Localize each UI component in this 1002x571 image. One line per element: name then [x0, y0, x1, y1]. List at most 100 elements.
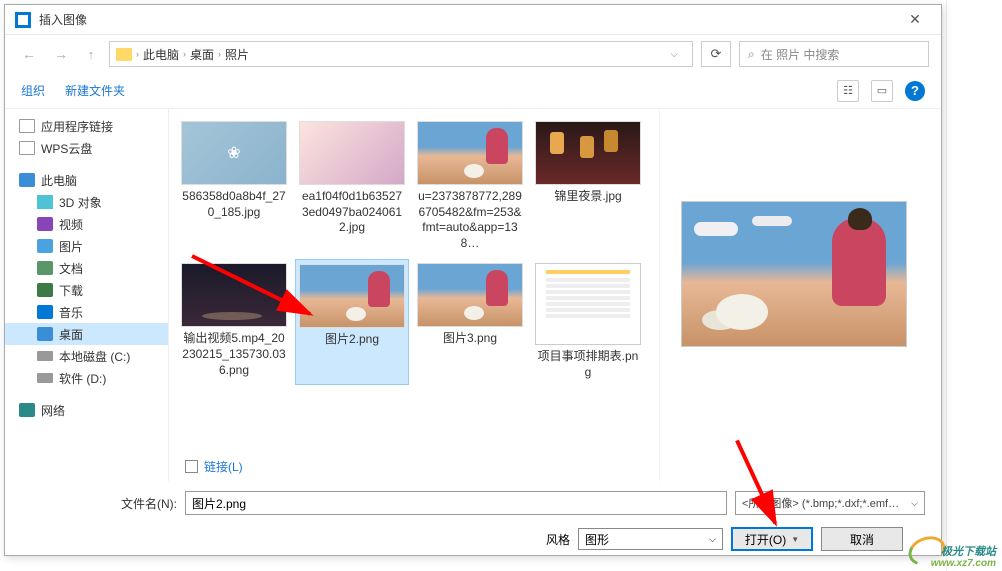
sidebar-item-desktop[interactable]: 桌面	[5, 323, 168, 345]
filename-input[interactable]	[185, 491, 727, 515]
chevron-right-icon: ›	[218, 49, 221, 59]
sidebar-item-label: 视频	[59, 216, 83, 233]
file-type-filter[interactable]: <所有图像> (*.bmp;*.dxf;*.emf… ⌵	[735, 491, 925, 515]
file-name: 图片3.png	[443, 331, 497, 347]
organize-menu[interactable]: 组织	[21, 82, 45, 99]
sidebar-item-3d-objects[interactable]: 3D 对象	[5, 191, 168, 213]
chevron-down-icon: ⌵	[709, 534, 716, 545]
help-button[interactable]: ?	[905, 81, 925, 101]
file-name: 图片2.png	[325, 332, 379, 348]
insert-image-dialog: 插入图像 ✕ ← → ↑ › 此电脑 › 桌面 › 照片 ⌵ ⟳ ⌕ 在 照片 …	[4, 4, 942, 556]
preview-decoration	[694, 222, 738, 236]
sidebar-item-label: 软件 (D:)	[59, 370, 106, 387]
folder-icon	[116, 48, 132, 61]
sidebar-item-videos[interactable]: 视频	[5, 213, 168, 235]
chevron-down-icon: ⌵	[911, 498, 918, 509]
sidebar-item-wps[interactable]: WPS云盘	[5, 137, 168, 159]
filter-label: <所有图像> (*.bmp;*.dxf;*.emf…	[742, 495, 899, 511]
nav-forward-button[interactable]: →	[49, 42, 73, 66]
thumbnail	[417, 263, 523, 327]
sidebar-item-app-links[interactable]: 应用程序链接	[5, 115, 168, 137]
sidebar-item-pictures[interactable]: 图片	[5, 235, 168, 257]
sidebar-item-network[interactable]: 网络	[5, 399, 168, 421]
file-item[interactable]: 586358d0a8b4f_270_185.jpg	[177, 117, 291, 255]
watermark-text: 极光下载站	[931, 546, 996, 558]
nav-up-button[interactable]: ↑	[81, 44, 101, 64]
search-icon: ⌕	[748, 47, 755, 62]
close-button[interactable]: ✕	[899, 8, 931, 32]
thumbnail	[417, 121, 523, 185]
file-item[interactable]: 图片3.png	[413, 259, 527, 384]
file-item[interactable]: 输出视频5.mp4_20230215_135730.036.png	[177, 259, 291, 384]
link-checkbox-label[interactable]: 链接(L)	[204, 458, 243, 475]
button-row: 风格 图形 ⌵ 打开(O) ▼ 取消	[21, 527, 925, 551]
view-mode-button[interactable]: ☷	[837, 80, 859, 102]
breadcrumb-desktop[interactable]: 桌面	[190, 46, 214, 63]
file-item[interactable]: ea1f04f0d1b635273ed0497ba0240612.jpg	[295, 117, 409, 255]
file-name: u=2373878772,2896705482&fm=253&fmt=auto&…	[417, 189, 523, 251]
cancel-button-label: 取消	[850, 531, 874, 548]
thumbnail	[535, 121, 641, 185]
preview-pane-button[interactable]: ▭	[871, 80, 893, 102]
address-bar[interactable]: › 此电脑 › 桌面 › 照片 ⌵	[109, 41, 693, 67]
dialog-title: 插入图像	[39, 11, 899, 28]
sidebar-item-disk-d[interactable]: 软件 (D:)	[5, 367, 168, 389]
watermark: 极光下载站 www.xz7.com	[931, 546, 996, 569]
file-name: 586358d0a8b4f_270_185.jpg	[181, 189, 287, 220]
network-icon	[19, 403, 35, 417]
sidebar-item-music[interactable]: 音乐	[5, 301, 168, 323]
disk-icon	[37, 373, 53, 383]
sidebar-item-downloads[interactable]: 下载	[5, 279, 168, 301]
sidebar-item-documents[interactable]: 文档	[5, 257, 168, 279]
preview-pane	[659, 109, 927, 481]
file-name: ea1f04f0d1b635273ed0497ba0240612.jpg	[299, 189, 405, 236]
search-input[interactable]: ⌕ 在 照片 中搜索	[739, 41, 929, 67]
sidebar-item-label: 图片	[59, 238, 83, 255]
style-label: 风格	[546, 531, 570, 548]
sidebar-item-disk-c[interactable]: 本地磁盘 (C:)	[5, 345, 168, 367]
file-area: 586358d0a8b4f_270_185.jpg ea1f04f0d1b635…	[169, 109, 941, 481]
new-folder-button[interactable]: 新建文件夹	[65, 82, 125, 99]
cancel-button[interactable]: 取消	[821, 527, 903, 551]
filename-row: 文件名(N): <所有图像> (*.bmp;*.dxf;*.emf… ⌵	[21, 491, 925, 515]
sidebar-item-label: 音乐	[59, 304, 83, 321]
3d-icon	[37, 195, 53, 209]
desktop-icon	[37, 327, 53, 341]
search-placeholder: 在 照片 中搜索	[761, 46, 840, 63]
preview-decoration	[848, 208, 872, 230]
file-grid[interactable]: 586358d0a8b4f_270_185.jpg ea1f04f0d1b635…	[169, 109, 659, 481]
sidebar-item-label: WPS云盘	[41, 140, 92, 157]
style-select[interactable]: 图形 ⌵	[578, 528, 723, 550]
open-button[interactable]: 打开(O) ▼	[731, 527, 813, 551]
sidebar-item-label: 本地磁盘 (C:)	[59, 348, 130, 365]
titlebar: 插入图像 ✕	[5, 5, 941, 35]
file-item[interactable]: 项目事项排期表.png	[531, 259, 645, 384]
toolbar: 组织 新建文件夹 ☷ ▭ ?	[5, 73, 941, 109]
sidebar-item-this-pc[interactable]: 此电脑	[5, 169, 168, 191]
documents-icon	[37, 261, 53, 275]
background-app-panel	[946, 0, 1002, 571]
address-dropdown-icon[interactable]: ⌵	[662, 49, 686, 60]
link-checkbox[interactable]	[185, 460, 198, 473]
thumbnail	[181, 263, 287, 327]
chevron-right-icon: ›	[183, 49, 186, 59]
file-name: 锦里夜景.jpg	[554, 189, 621, 205]
video-icon	[37, 217, 53, 231]
style-value: 图形	[585, 531, 609, 548]
downloads-icon	[37, 283, 53, 297]
thumbnail	[299, 264, 405, 328]
pictures-icon	[37, 239, 53, 253]
file-item[interactable]: 锦里夜景.jpg	[531, 117, 645, 255]
thumbnail	[535, 263, 641, 345]
nav-back-button[interactable]: ←	[17, 42, 41, 66]
navigation-bar: ← → ↑ › 此电脑 › 桌面 › 照片 ⌵ ⟳ ⌕ 在 照片 中搜索	[5, 35, 941, 73]
file-item[interactable]: u=2373878772,2896705482&fm=253&fmt=auto&…	[413, 117, 527, 255]
dialog-icon	[15, 12, 31, 28]
refresh-button[interactable]: ⟳	[701, 41, 731, 67]
file-name: 项目事项排期表.png	[535, 349, 641, 380]
breadcrumb-this-pc[interactable]: 此电脑	[143, 46, 179, 63]
sidebar-item-label: 文档	[59, 260, 83, 277]
thumbnail	[181, 121, 287, 185]
breadcrumb-photos[interactable]: 照片	[225, 46, 249, 63]
file-item-selected[interactable]: 图片2.png	[295, 259, 409, 384]
